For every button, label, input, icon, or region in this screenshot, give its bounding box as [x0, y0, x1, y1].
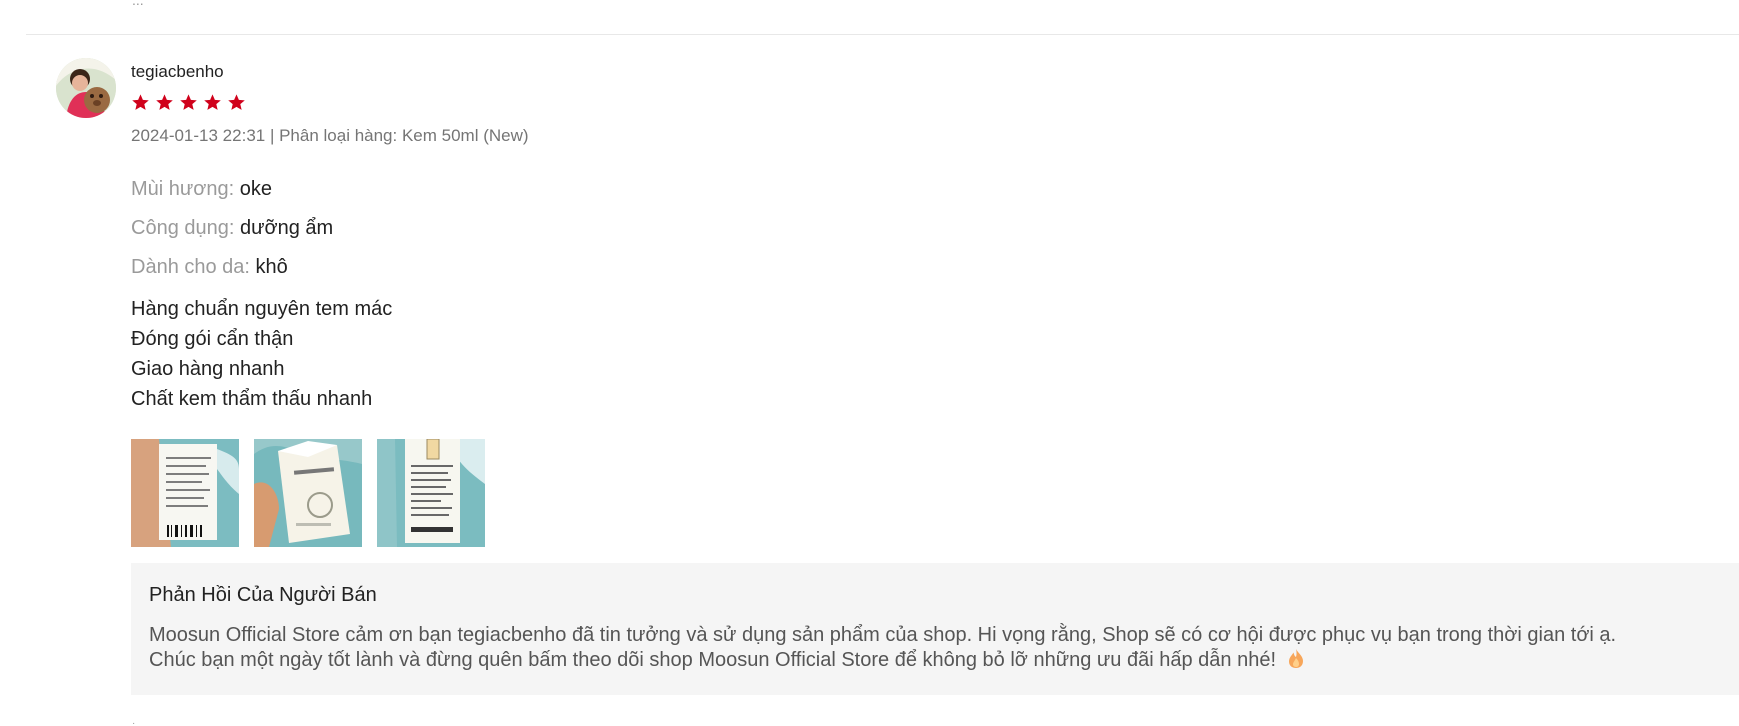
- attribute-key: Dành cho da:: [131, 256, 250, 278]
- avatar-photo-icon: [56, 58, 116, 118]
- review-divider: [26, 34, 1739, 35]
- star-rating: [131, 93, 246, 115]
- star-icon: [156, 94, 173, 110]
- seller-reply-text: Moosun Official Store cảm ơn bạn tegiacb…: [149, 623, 1679, 673]
- next-review-cutoff: ·: [132, 718, 136, 726]
- review-photo-thumbnail[interactable]: [254, 439, 362, 547]
- attribute-row: Dành cho da: khô: [131, 248, 333, 287]
- review-photo-thumbnail[interactable]: [377, 439, 485, 547]
- review-meta: 2024-01-13 22:31 | Phân loại hàng: Kem 5…: [131, 126, 529, 145]
- comment-line: Đóng gói cẩn thận: [131, 328, 294, 350]
- attribute-row: Mùi hương: oke: [131, 170, 333, 209]
- fire-icon: [1288, 649, 1303, 668]
- product-review-page: ... tegiacbenho 2024-01-13 22:31 | Phân …: [0, 0, 1739, 726]
- review-photo-thumbnail[interactable]: [131, 439, 239, 547]
- attribute-row: Công dụng: dưỡng ẩm: [131, 209, 333, 248]
- review-photo-1: [131, 439, 239, 547]
- attribute-key: Mùi hương:: [131, 178, 235, 200]
- review-media-list: [131, 439, 485, 547]
- seller-reply-line: Chúc bạn một ngày tốt lành và đừng quên …: [149, 648, 1679, 673]
- attribute-value: oke: [239, 178, 273, 200]
- previous-review-cutoff: ...: [132, 0, 144, 8]
- attribute-value: dưỡng ẩm: [239, 217, 334, 239]
- seller-reply-line: Moosun Official Store cảm ơn bạn tegiacb…: [149, 624, 1617, 646]
- comment-line: Giao hàng nhanh: [131, 358, 285, 380]
- reviewer-username[interactable]: tegiacbenho: [131, 62, 224, 82]
- attribute-value: khô: [255, 256, 288, 278]
- star-icon: [204, 94, 221, 110]
- seller-reply-line-text: Chúc bạn một ngày tốt lành và đừng quên …: [149, 649, 1277, 671]
- comment-line: Hàng chuẩn nguyên tem mác: [131, 298, 393, 320]
- review-photo-3: [377, 439, 485, 547]
- reviewer-avatar[interactable]: [56, 58, 116, 118]
- review-comment: Hàng chuẩn nguyên tem mác Đóng gói cẩn t…: [131, 294, 392, 414]
- comment-line: Chất kem thẩm thấu nhanh: [131, 388, 373, 410]
- attribute-key: Công dụng:: [131, 217, 235, 239]
- review-photo-2: [254, 439, 362, 547]
- star-icon: [228, 94, 245, 110]
- star-icon: [132, 94, 149, 110]
- seller-reply: Phản Hồi Của Người Bán Moosun Official S…: [131, 563, 1739, 695]
- review-attributes: Mùi hương: oke Công dụng: dưỡng ẩm Dành …: [131, 170, 333, 287]
- seller-reply-title: Phản Hồi Của Người Bán: [149, 584, 377, 606]
- star-icon: [180, 94, 197, 110]
